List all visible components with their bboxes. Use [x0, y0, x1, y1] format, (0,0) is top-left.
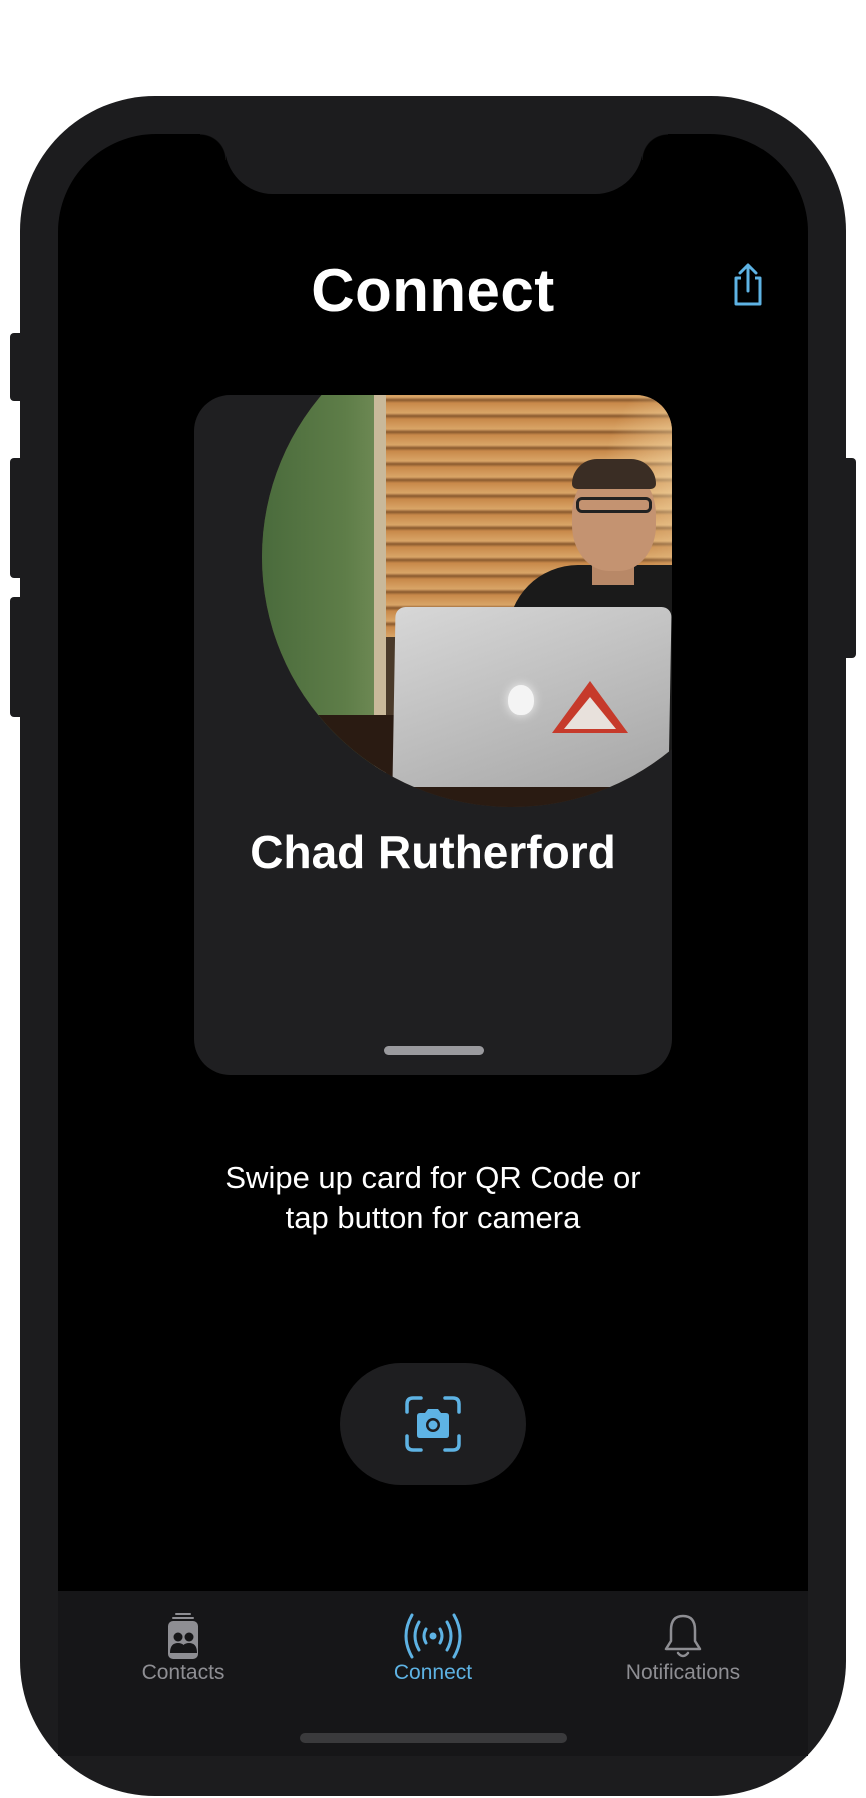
- tab-contacts[interactable]: Contacts: [58, 1591, 308, 1701]
- tab-label-notifications: Notifications: [625, 1661, 741, 1684]
- instruction-line-1: Swipe up card for QR Code or: [225, 1160, 641, 1195]
- tab-bar: Contacts Connect Notifications: [58, 1591, 808, 1756]
- instruction-line-2: tap button for camera: [285, 1200, 581, 1235]
- notch-corner-right: [642, 134, 668, 160]
- page-title: Connect: [311, 257, 555, 324]
- contact-name: Chad Rutherford: [250, 826, 616, 878]
- broadcast-icon: [404, 1613, 462, 1659]
- share-icon: [734, 263, 762, 306]
- camera-viewfinder-icon: [405, 1396, 461, 1452]
- tab-notifications[interactable]: Notifications: [558, 1591, 808, 1701]
- device-stage: Connect Chad Rutherford Swipe up card fo…: [0, 0, 866, 1798]
- camera-button[interactable]: [340, 1363, 526, 1485]
- contact-card[interactable]: Chad Rutherford: [194, 395, 672, 1075]
- instruction-text: Swipe up card for QR Code or tap button …: [58, 1158, 808, 1238]
- bell-icon: [664, 1614, 702, 1658]
- tab-connect[interactable]: Connect: [308, 1591, 558, 1701]
- tab-label-contacts: Contacts: [141, 1661, 225, 1684]
- contacts-icon: [168, 1613, 198, 1659]
- card-drag-handle[interactable]: [384, 1046, 484, 1055]
- profile-photo: [262, 395, 672, 807]
- notch-corner-left: [200, 134, 226, 160]
- home-indicator[interactable]: [300, 1733, 567, 1743]
- notch: [225, 134, 643, 194]
- tab-label-connect: Connect: [393, 1661, 473, 1684]
- share-button[interactable]: [728, 260, 768, 308]
